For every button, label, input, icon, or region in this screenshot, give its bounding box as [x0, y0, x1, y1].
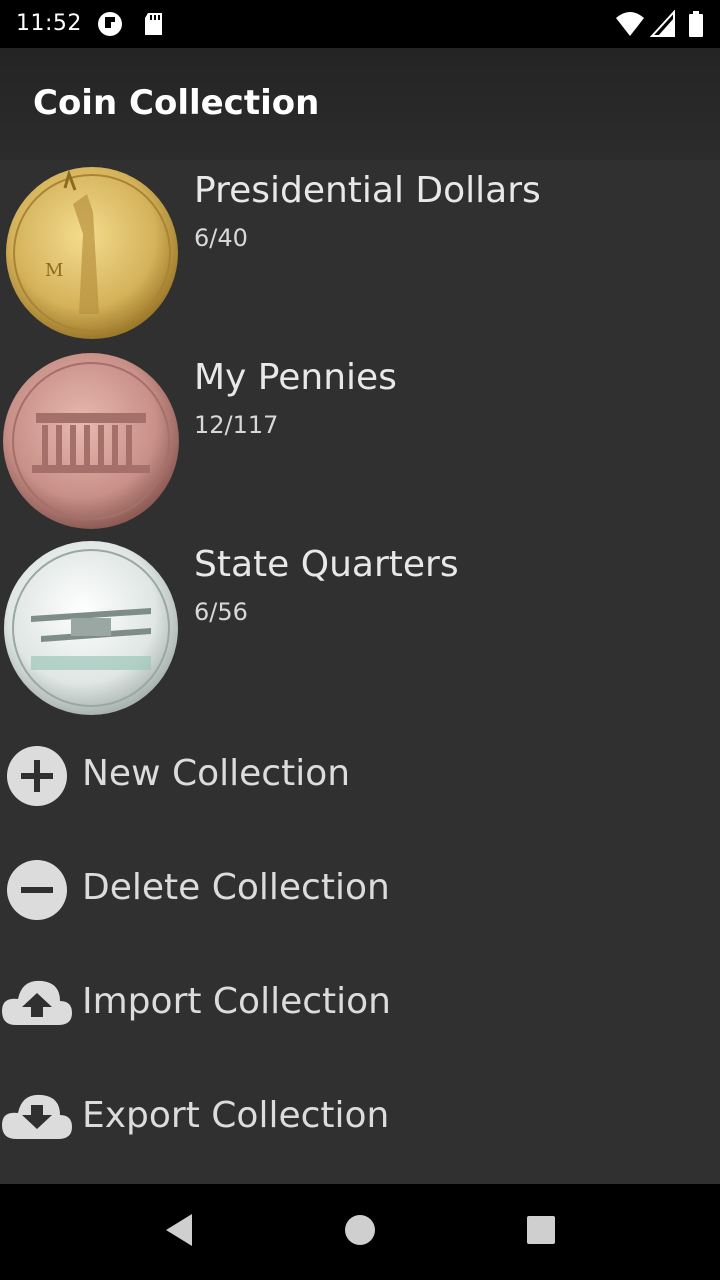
- wifi-icon: [616, 12, 644, 36]
- import-collection-button[interactable]: Import Collection: [0, 955, 720, 1055]
- status-time: 11:52: [16, 11, 82, 36]
- new-collection-label: New Collection: [82, 753, 351, 794]
- collection-item-presidential-dollars[interactable]: M Presidential Dollars 6/40: [0, 162, 720, 349]
- collection-count: 6/40: [194, 224, 248, 252]
- collection-name: Presidential Dollars: [194, 170, 541, 211]
- home-icon[interactable]: [344, 1212, 376, 1248]
- minus-circle-icon: [7, 860, 67, 920]
- back-icon[interactable]: [164, 1212, 194, 1248]
- collection-name: State Quarters: [194, 544, 459, 585]
- battery-icon: [689, 11, 703, 37]
- svg-text:M: M: [45, 260, 63, 281]
- delete-collection-label: Delete Collection: [82, 867, 390, 908]
- signal-icon: [650, 10, 675, 37]
- navigation-bar: [0, 1184, 720, 1280]
- delete-collection-button[interactable]: Delete Collection: [0, 841, 720, 941]
- app-title: Coin Collection: [33, 83, 320, 123]
- plus-circle-icon: [7, 746, 67, 806]
- app-bar: Coin Collection: [0, 48, 720, 160]
- collection-count: 12/117: [194, 411, 279, 439]
- collection-count: 6/56: [194, 598, 248, 626]
- penny-icon: [3, 353, 179, 529]
- collection-item-my-pennies[interactable]: My Pennies 12/117: [0, 349, 720, 536]
- export-collection-label: Export Collection: [82, 1095, 390, 1136]
- quarter-icon: [4, 541, 178, 715]
- app-notification-icon: [98, 12, 122, 36]
- collection-item-state-quarters[interactable]: State Quarters 6/56: [0, 536, 720, 723]
- cloud-download-icon: [2, 1094, 72, 1139]
- new-collection-button[interactable]: New Collection: [0, 727, 720, 827]
- recents-icon[interactable]: [525, 1212, 557, 1248]
- import-collection-label: Import Collection: [82, 981, 391, 1022]
- gold-dollar-icon: M: [6, 167, 178, 339]
- sd-card-icon: [145, 13, 162, 35]
- cloud-upload-icon: [2, 980, 72, 1025]
- collection-name: My Pennies: [194, 357, 397, 398]
- status-bar: 11:52: [0, 0, 720, 48]
- export-collection-button[interactable]: Export Collection: [0, 1069, 720, 1169]
